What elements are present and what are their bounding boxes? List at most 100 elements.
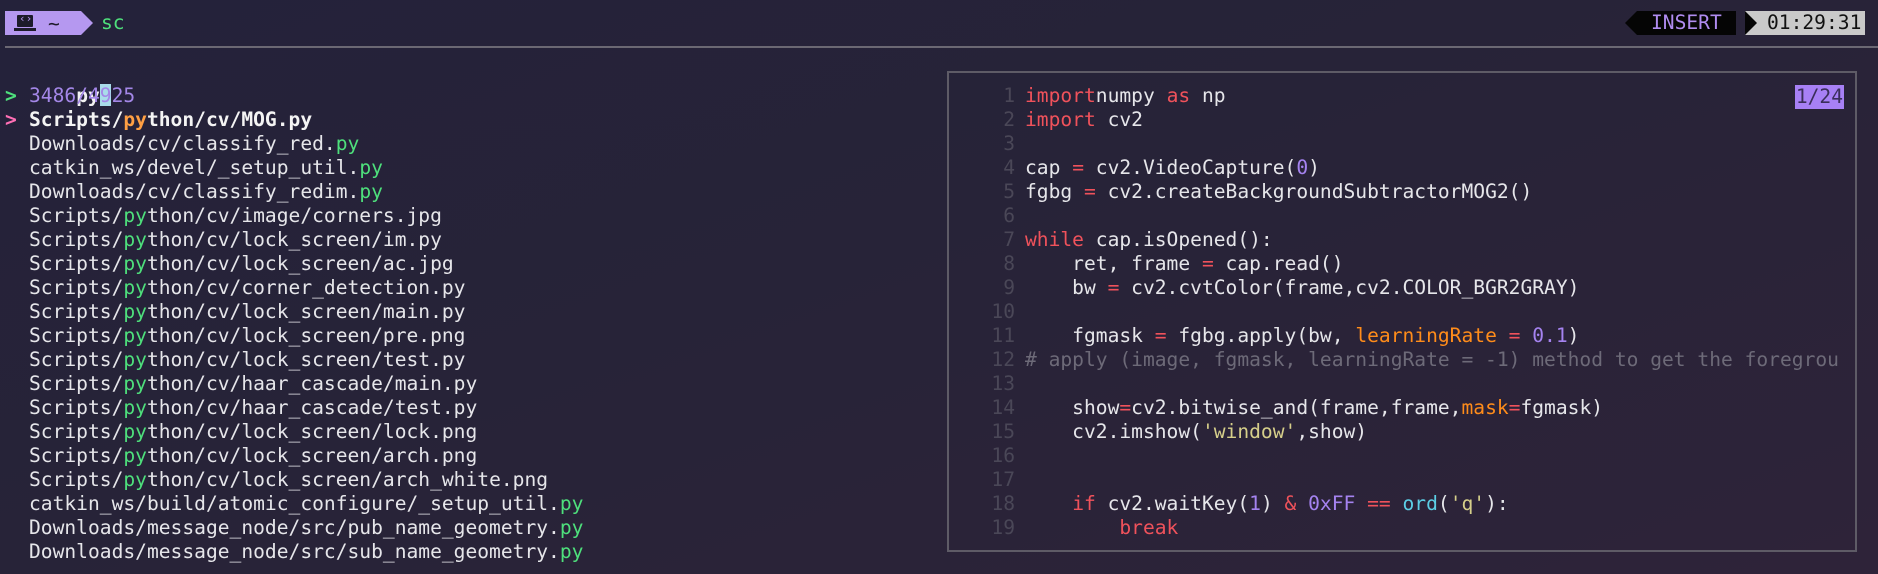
line-number: 8	[1003, 252, 1015, 275]
line-number: 14	[991, 396, 1015, 419]
code-token: &	[1284, 492, 1297, 515]
path-text: thon/cv/lock_screen/ac.jpg	[146, 252, 454, 275]
path-text: Scripts/	[29, 300, 124, 323]
code-token: =	[1154, 324, 1167, 347]
result-item[interactable]: catkin_ws/build/atomic_configure/_setup_…	[0, 492, 930, 516]
code-text: fgmask = fgbg.apply(bw, learningRate = 0…	[1025, 324, 1579, 348]
code-text: ret, frame = cap.read()	[1025, 252, 1343, 276]
code-text: # apply (image, fgmask, learningRate = -…	[1025, 348, 1839, 372]
result-item[interactable]: Scripts/python/cv/corner_detection.py	[0, 276, 930, 300]
code-line: 2 import cv2	[949, 108, 1855, 132]
match-highlight: py	[123, 468, 147, 491]
code-token: cv2.waitKey(	[1095, 492, 1250, 515]
path-text: Scripts/	[29, 324, 124, 347]
code-line: 1 importnumpy as np	[949, 84, 1855, 108]
line-number: 2	[1003, 108, 1015, 131]
code-token: as	[1166, 84, 1191, 107]
code-text: break	[1025, 516, 1178, 540]
match-highlight: py	[123, 276, 147, 299]
code-token: import	[1025, 84, 1096, 107]
code-text: bw = cv2.cvtColor(frame,cv2.COLOR_BGR2GR…	[1025, 276, 1579, 300]
result-item[interactable]: Scripts/python/cv/lock_screen/test.py	[0, 348, 930, 372]
line-number: 15	[991, 420, 1015, 443]
code-token: # apply (image, fgmask, learningRate = -…	[1025, 348, 1839, 371]
code-token: cv2.VideoCapture(	[1083, 156, 1297, 179]
path-text: thon/cv/image/corners.jpg	[146, 204, 442, 227]
code-token: =	[1508, 324, 1521, 347]
code-line: 4 cap = cv2.VideoCapture(0)	[949, 156, 1855, 180]
result-item[interactable]: Downloads/cv/classify_red.py	[0, 132, 930, 156]
result-item[interactable]: Scripts/python/cv/lock_screen/arch.png	[0, 444, 930, 468]
result-item[interactable]: Scripts/python/cv/lock_screen/main.py	[0, 300, 930, 324]
path-text: thon/cv/lock_screen/arch_white.png	[146, 468, 549, 491]
line-number: 19	[991, 516, 1015, 539]
code-line: 12 # apply (image, fgmask, learningRate =…	[949, 348, 1855, 372]
line-number: 6	[1003, 204, 1015, 227]
result-item[interactable]: Downloads/message_node/src/pub_name_geom…	[0, 516, 930, 540]
code-token: cv2	[1095, 108, 1143, 131]
path-text: Scripts/	[29, 348, 124, 371]
result-item[interactable]: Scripts/python/cv/lock_screen/im.py	[0, 228, 930, 252]
path-text: thon/cv/lock_screen/main.py	[146, 300, 466, 323]
code-token: cap	[1025, 156, 1073, 179]
laptop-code-icon	[14, 12, 36, 31]
match-highlight: py	[123, 324, 147, 347]
code-text: cap = cv2.VideoCapture(0)	[1025, 156, 1320, 180]
line-number: 4	[1003, 156, 1015, 179]
result-item[interactable]: Downloads/cv/classify_redim.py	[0, 180, 930, 204]
code-token: (	[1437, 492, 1450, 515]
match-highlight: py	[123, 372, 147, 395]
match-count: 3486/4925	[29, 84, 136, 107]
result-item[interactable]: Scripts/python/cv/lock_screen/arch_white…	[0, 468, 930, 492]
code-token: ):	[1485, 492, 1509, 515]
match-highlight: py	[359, 180, 383, 203]
path-text: thon/cv/lock_screen/im.py	[146, 228, 442, 251]
path-text: catkin_ws/build/atomic_configure/_setup_…	[29, 492, 560, 515]
code-line: 7 while cap.isOpened():	[949, 228, 1855, 252]
result-item[interactable]: Downloads/message_node/src/sub_name_geom…	[0, 540, 930, 564]
result-item[interactable]: Scripts/python/cv/haar_cascade/test.py	[0, 396, 930, 420]
code-token: 0.1	[1532, 324, 1568, 347]
result-item[interactable]: Scripts/python/cv/image/corners.jpg	[0, 204, 930, 228]
match-highlight: py	[123, 300, 147, 323]
code-token: cv2.createBackgroundSubtractorMOG2()	[1095, 180, 1533, 203]
result-item[interactable]: Scripts/python/cv/haar_cascade/main.py	[0, 372, 930, 396]
code-line: 10	[949, 300, 1855, 324]
code-token: )	[1567, 324, 1580, 347]
result-item[interactable]: catkin_ws/devel/_setup_util.py	[0, 156, 930, 180]
search-input[interactable]: > py	[0, 60, 930, 107]
match-highlight: py	[359, 156, 383, 179]
code-token: =	[1107, 276, 1120, 299]
code-line: 15 cv2.imshow('window',show)	[949, 420, 1855, 444]
directory-label: ~	[48, 11, 60, 35]
match-highlight: py	[123, 228, 147, 251]
code-token: numpy	[1095, 84, 1167, 107]
code-text: fgbg = cv2.createBackgroundSubtractorMOG…	[1025, 180, 1532, 204]
code-token: )	[1260, 492, 1285, 515]
code-token: =	[1508, 396, 1521, 419]
result-item-selected[interactable]: > Scripts/python/cv/MOG.py	[0, 108, 930, 132]
line-number: 7	[1003, 228, 1015, 251]
code-token: 1	[1249, 492, 1261, 515]
path-text: thon/cv/lock_screen/pre.png	[146, 324, 466, 347]
line-number: 3	[1003, 132, 1015, 155]
command-text: sc	[101, 11, 125, 34]
code-text: if cv2.waitKey(1) & 0xFF == ord('q'):	[1025, 492, 1509, 516]
path-text: Downloads/message_node/src/sub_name_geom…	[29, 540, 560, 563]
result-item[interactable]: Scripts/python/cv/lock_screen/ac.jpg	[0, 252, 930, 276]
code-token: if	[1072, 492, 1096, 515]
match-highlight: py	[123, 204, 147, 227]
result-item[interactable]: Scripts/python/cv/lock_screen/lock.png	[0, 420, 930, 444]
result-item[interactable]: Scripts/python/cv/lock_screen/pre.png	[0, 324, 930, 348]
path-text: thon/cv/lock_screen/test.py	[146, 348, 466, 371]
code-token: =	[1083, 180, 1096, 203]
code-line: 13	[949, 372, 1855, 396]
path-text: thon/cv/haar_cascade/main.py	[146, 372, 478, 395]
code-line: 18 if cv2.waitKey(1) & 0xFF == ord('q'):	[949, 492, 1855, 516]
preview-pane[interactable]: 1 importnumpy as np 2 import cv2 3 4 cap = cv2…	[947, 71, 1857, 552]
results-list: > Scripts/python/cv/MOG.py Downloads/cv/cl…	[0, 108, 930, 564]
path-text: Downloads/cv/classify_redim.	[29, 180, 360, 203]
